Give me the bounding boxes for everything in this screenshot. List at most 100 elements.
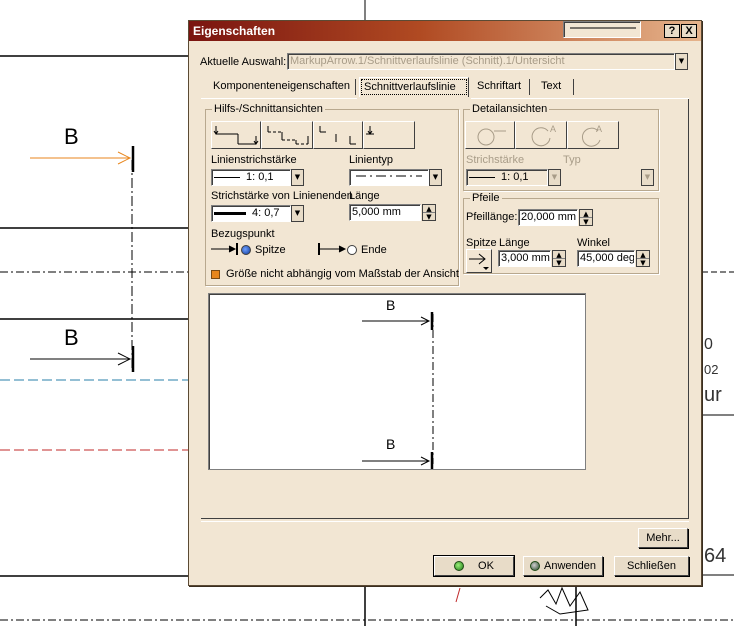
detail-style-button-1[interactable] [465,121,515,149]
tab-text[interactable]: Text [537,77,565,97]
ok-status-icon [454,561,465,572]
partial-text-02: 02 [704,362,719,377]
detail-style-2-icon: A [531,124,556,147]
arrow-length-label: Pfeillänge: [466,211,518,223]
anchor-end-label: Ende [361,244,387,256]
length-label: Länge [349,190,380,202]
anchor-end-icon [318,243,347,255]
line-type-combo[interactable] [349,169,429,186]
section-style-3-icon [319,126,356,145]
section-style-2-icon [267,126,309,145]
end-width-label: Strichstärke von Linienenden [211,190,353,202]
bottom-separator [201,521,689,522]
radio-selected-icon [241,245,251,256]
anchor-tip-label: Spitze [255,244,286,256]
current-selection-combo[interactable]: MarkupArrow.1/Schnittverlaufslinie (Schn… [287,53,675,70]
current-selection-dropdown-icon[interactable]: ▼ [675,53,688,70]
section-style-button-2[interactable] [261,121,313,149]
detail-type-label: Typ [563,154,581,166]
end-width-combo[interactable]: 4: 0,7 [211,205,291,222]
detail-type-dropdown-icon[interactable]: ▼ [641,169,654,186]
checkbox-checked-icon [211,269,220,279]
close-window-button[interactable]: X [681,24,697,38]
apply-button-label: Anwenden [544,560,596,572]
tab-panel-top-edge [471,98,689,99]
arrow-tip-icon [469,253,489,270]
svg-text:A: A [550,124,556,134]
radio-unselected-icon [347,245,357,256]
end-width-dropdown-icon[interactable]: ▼ [291,205,304,222]
end-width-value: 4: 0,7 [252,207,280,219]
current-selection-label: Aktuelle Auswahl: [200,56,287,68]
preview-label-top: B [386,297,396,313]
preview-drawing [362,312,434,469]
tab-section-line[interactable]: Schnittverlaufslinie [359,77,469,97]
tab-separator [529,79,530,95]
preview-panel: B B [208,293,586,470]
angle-input[interactable]: 45,000 deg [577,250,635,267]
detail-type-combo[interactable] [563,21,641,38]
section-style-4-icon [366,126,374,135]
scale-checkbox-label: Größe nicht abhängig vom Maßstab der Ans… [226,268,459,280]
more-button[interactable]: Mehr... [638,528,688,548]
dash-dot-line-icon [356,175,422,177]
arrows-group-title: Pfeile [470,192,502,204]
line-width-value: 1: 0,1 [246,171,274,183]
tab-font[interactable]: Schriftart [473,77,525,97]
section-style-button-3[interactable] [313,121,363,149]
apply-button[interactable]: Anwenden [523,556,603,576]
partial-text-ur: ur [704,384,722,406]
length-spinner[interactable]: ▲ ▼ [422,204,436,221]
angle-label: Winkel [577,237,611,249]
preview-label-bottom: B [386,436,396,452]
svg-text:A: A [596,124,602,134]
arrow-length-spinner[interactable]: ▲ ▼ [579,209,593,226]
section-style-button-1[interactable] [211,121,261,149]
line-width-label: Linienstrichstärke [211,154,297,166]
line-width-combo[interactable]: 1: 0,1 [211,169,291,186]
properties-dialog: Eigenschaften ? X Aktuelle Auswahl: Mark… [188,20,702,586]
partial-text-64: 64 [704,545,727,567]
tip-label: Spitze [466,237,497,249]
section-label-top: B [64,124,79,149]
tip-length-label: Länge [499,237,530,249]
detail-stroke-value: 1: 0,1 [501,171,529,183]
dialog-title: Eigenschaften [193,24,276,38]
tip-length-input[interactable]: 3,000 mm [498,250,551,267]
aux-views-group-title: Hilfs-/Schnittansichten [212,103,325,115]
ok-button-label: OK [478,560,494,572]
detail-style-button-2[interactable]: A [515,121,567,149]
line-width-dropdown-icon[interactable]: ▼ [291,169,304,186]
line-type-dropdown-icon[interactable]: ▼ [429,169,442,186]
anchor-end-radio[interactable]: Ende [347,244,387,256]
section-style-1-icon [213,126,259,145]
detail-stroke-dropdown-icon[interactable]: ▼ [548,169,561,186]
tab-separator [355,79,356,95]
ok-button[interactable]: OK [433,555,515,577]
line-type-label: Linientyp [349,154,394,166]
solid-line-icon [570,27,636,29]
anchor-tip-icon [211,243,238,255]
partial-text-0: 0 [704,336,713,353]
arrow-tip-style-button[interactable] [466,249,492,273]
tab-component-properties[interactable]: Komponenteneigenschaften [209,77,354,97]
detail-style-button-3[interactable]: A [567,121,619,149]
section-label-bottom: B [64,325,79,350]
detail-views-group-title: Detailansichten [470,103,550,115]
detail-stroke-label: Strichstärke [466,154,525,166]
close-button[interactable]: Schließen [614,556,689,576]
tip-length-spinner[interactable]: ▲ ▼ [552,250,566,267]
help-button[interactable]: ? [664,24,680,38]
tab-panel-top-edge [201,98,357,99]
detail-stroke-combo[interactable]: 1: 0,1 [466,169,548,186]
anchor-tip-radio[interactable]: Spitze [241,244,286,256]
angle-spinner[interactable]: ▲ ▼ [636,250,650,267]
section-style-button-4[interactable] [363,121,415,149]
apply-status-icon [530,561,540,572]
length-input[interactable]: 5,000 mm [349,204,421,221]
detail-style-3-icon: A [581,124,602,147]
anchor-label: Bezugspunkt [211,228,275,240]
arrow-length-input[interactable]: 20,000 mm [518,209,578,226]
scale-independent-checkbox[interactable]: Größe nicht abhängig vom Maßstab der Ans… [211,268,459,280]
detail-style-1-icon [477,128,506,146]
